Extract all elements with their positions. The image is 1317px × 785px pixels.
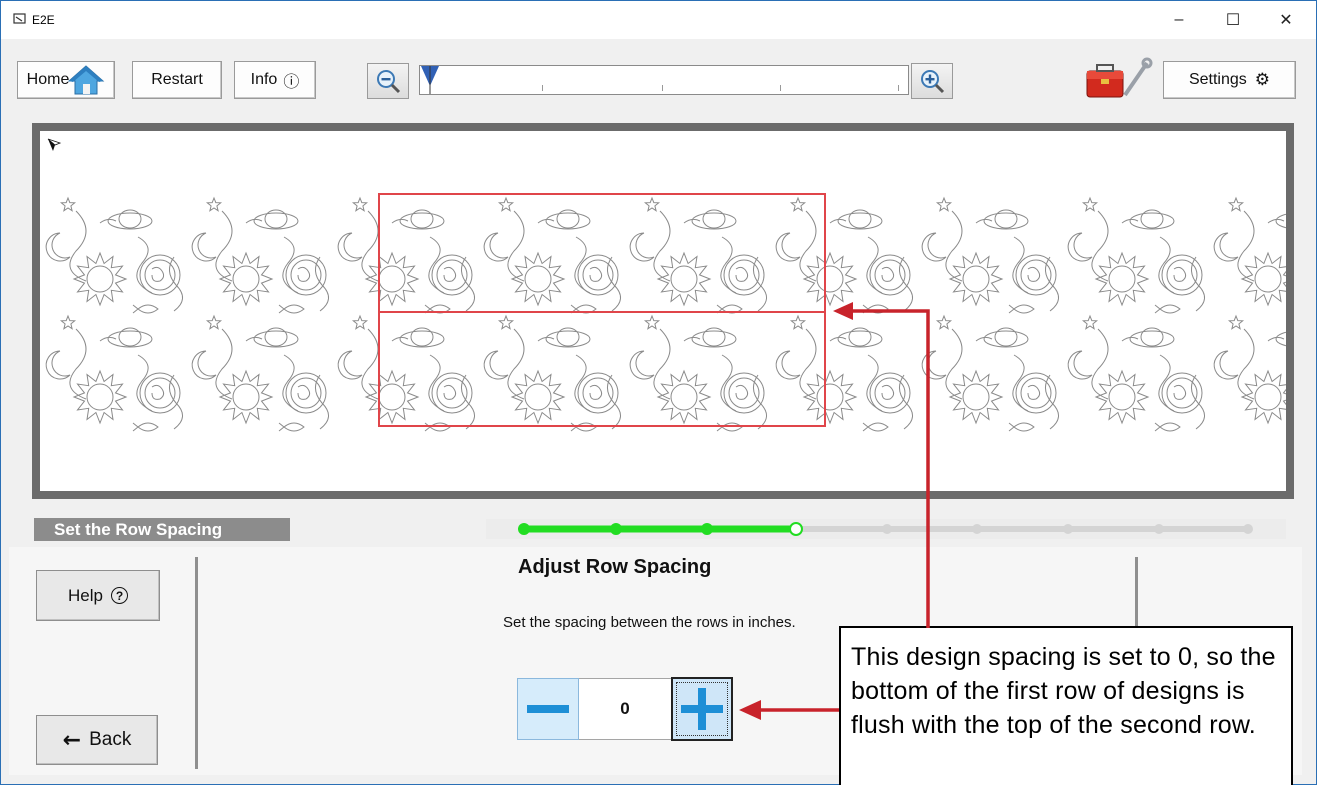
minimize-button[interactable]: – bbox=[1156, 5, 1202, 35]
zoom-slider[interactable] bbox=[419, 65, 909, 95]
zoom-in-button[interactable] bbox=[911, 63, 953, 99]
section-description: Set the spacing between the rows in inch… bbox=[503, 614, 796, 631]
settings-button[interactable]: Settings ⚙ bbox=[1163, 61, 1296, 99]
help-icon: ? bbox=[110, 587, 128, 604]
restart-button[interactable]: Restart bbox=[132, 61, 222, 99]
slider-tick bbox=[780, 85, 781, 91]
slider-thumb[interactable] bbox=[420, 64, 442, 94]
increase-spacing-button[interactable] bbox=[671, 677, 733, 741]
progress-dot-complete bbox=[610, 523, 622, 535]
progress-dot-complete bbox=[518, 523, 530, 535]
progress-dot-pending bbox=[882, 524, 892, 534]
back-arrow-icon: ← bbox=[62, 727, 82, 753]
restart-label: Restart bbox=[151, 71, 203, 88]
app-window: E2E – ☐ ✕ Home Restart Info ⓘ Settings ⚙… bbox=[0, 0, 1317, 785]
home-button[interactable]: Home bbox=[17, 61, 115, 99]
minus-icon bbox=[527, 705, 569, 713]
back-button[interactable]: ← Back bbox=[36, 715, 158, 765]
info-button[interactable]: Info ⓘ bbox=[234, 61, 316, 99]
zoom-out-icon bbox=[377, 70, 401, 94]
title-bar: E2E – ☐ ✕ bbox=[1, 1, 1316, 39]
wizard-progress bbox=[486, 519, 1286, 539]
house-icon bbox=[68, 65, 105, 95]
origin-cursor-icon bbox=[47, 138, 62, 151]
slider-tick bbox=[898, 85, 899, 91]
design-preview-frame bbox=[32, 123, 1294, 499]
window-title: E2E bbox=[32, 13, 55, 27]
zoom-out-button[interactable] bbox=[367, 63, 409, 99]
progress-dot-current bbox=[789, 522, 803, 536]
row-one-outline bbox=[378, 193, 826, 313]
info-label: Info bbox=[250, 71, 278, 88]
home-label: Home bbox=[26, 71, 70, 88]
progress-dot-complete bbox=[701, 523, 713, 535]
annotation-callout: This design spacing is set to 0, so the … bbox=[839, 626, 1293, 785]
gear-icon: ⚙ bbox=[1254, 70, 1271, 90]
progress-dot-pending bbox=[1243, 524, 1253, 534]
toolbox-icon bbox=[1086, 57, 1153, 98]
help-button[interactable]: Help ? bbox=[36, 570, 160, 621]
zoom-in-icon bbox=[921, 70, 945, 94]
close-button[interactable]: ✕ bbox=[1263, 5, 1309, 35]
app-icon bbox=[13, 13, 26, 24]
progress-dot-pending bbox=[1154, 524, 1164, 534]
left-divider bbox=[195, 557, 198, 769]
help-label: Help bbox=[68, 585, 103, 605]
design-preview-canvas[interactable] bbox=[40, 131, 1286, 491]
toolbox-button[interactable] bbox=[1081, 57, 1153, 103]
decrease-spacing-button[interactable] bbox=[517, 678, 579, 740]
row-two-outline bbox=[378, 311, 826, 427]
progress-dot-pending bbox=[972, 524, 982, 534]
maximize-button[interactable]: ☐ bbox=[1210, 5, 1256, 35]
settings-label: Settings bbox=[1188, 71, 1247, 88]
spacing-value-input[interactable]: 0 bbox=[579, 678, 671, 740]
slider-tick bbox=[662, 85, 663, 91]
info-icon: ⓘ bbox=[283, 74, 300, 91]
back-label: Back bbox=[89, 729, 132, 750]
section-heading: Adjust Row Spacing bbox=[518, 556, 712, 578]
plus-icon bbox=[681, 688, 723, 730]
toolbar: Home Restart Info ⓘ Settings ⚙ bbox=[1, 39, 1316, 109]
slider-tick bbox=[542, 85, 543, 91]
step-title: Set the Row Spacing bbox=[34, 518, 290, 541]
progress-dot-pending bbox=[1063, 524, 1073, 534]
